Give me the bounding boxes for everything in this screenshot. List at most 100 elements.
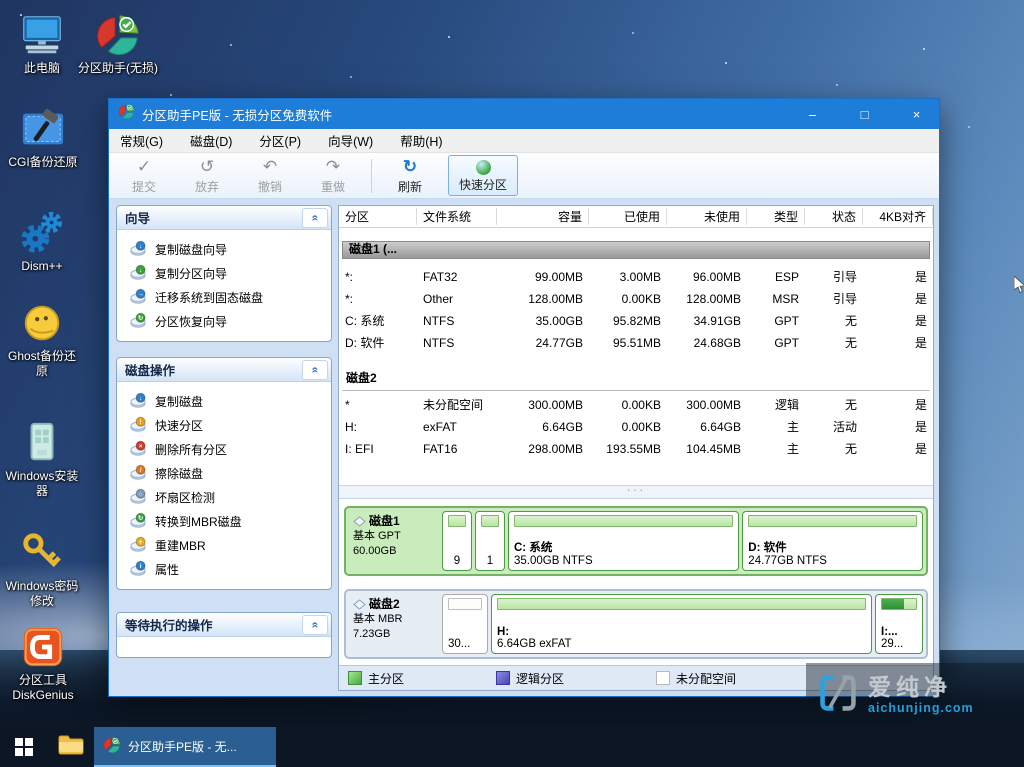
table-cell: H:	[339, 416, 417, 438]
usage-fill	[882, 599, 904, 609]
column-header-4[interactable]: 未使用	[667, 208, 747, 225]
partition-name: C: 系统	[514, 539, 733, 555]
logical-swatch	[496, 671, 510, 685]
column-header-6[interactable]: 状态	[805, 208, 863, 225]
sidebar-item-label: 擦除磁盘	[155, 465, 203, 482]
svg-text:↻: ↻	[138, 315, 144, 322]
menu-item-4[interactable]: 帮助(H)	[400, 131, 442, 150]
table-row[interactable]: D: 软件NTFS24.77GB95.51MB24.68GBGPT无是	[339, 332, 933, 354]
svg-text:↓: ↓	[139, 395, 142, 402]
partition-I:...[interactable]: I:...29...	[875, 594, 923, 654]
disk-block-磁盘2[interactable]: 磁盘2基本 MBR7.23GB30...H:6.64GB exFATI:...2…	[344, 589, 928, 659]
sidebar-item-1-1[interactable]: !快速分区	[121, 413, 327, 437]
disk-group-label-0[interactable]: 磁盘1 (...	[342, 241, 930, 259]
collapse-button[interactable]: «	[302, 208, 328, 228]
maximize-button[interactable]: □	[842, 99, 887, 129]
sidebar-item-1-3[interactable]: /擦除磁盘	[121, 461, 327, 485]
partition-D: 软件[interactable]: D: 软件24.77GB NTFS	[742, 511, 923, 571]
desktop-icon-diskgenius[interactable]: 分区工具DiskGenius	[2, 620, 84, 703]
sidebar-item-1-6[interactable]: +重建MBR	[121, 533, 327, 557]
table-row[interactable]: *:Other128.00MB0.00KB128.00MBMSR引导是	[339, 288, 933, 310]
collapse-button[interactable]: «	[302, 360, 328, 380]
usage-bar	[448, 515, 466, 527]
pane-splitter[interactable]: ···	[339, 485, 933, 499]
sidebar-item-0-2[interactable]: →迁移系统到固态磁盘	[121, 285, 327, 309]
desktop-icon-installer[interactable]: Windows安装器	[4, 416, 80, 499]
desktop-icon-cgi[interactable]: CGI备份还原	[0, 102, 86, 170]
menu-item-1[interactable]: 磁盘(D)	[190, 131, 232, 150]
partition-name: I:...	[881, 626, 917, 638]
toolbar-submit-button[interactable]: ✓提交	[119, 157, 169, 195]
partition-name: H:	[497, 626, 866, 638]
toolbar-redo-button[interactable]: ↷重做	[308, 157, 358, 195]
desktop-icon-dism[interactable]: Dism++	[6, 206, 78, 274]
table-cell: 是	[863, 310, 933, 332]
desktop-icon-key[interactable]: Windows密码修改	[4, 526, 80, 609]
desktop-icon-computer[interactable]: 此电脑	[6, 8, 78, 76]
column-header-3[interactable]: 已使用	[589, 208, 667, 225]
menubar: 常规(G) 磁盘(D) 分区(P) 向导(W) 帮助(H)	[109, 129, 939, 153]
diskgenius-icon	[2, 620, 84, 670]
sidebar-item-1-7[interactable]: i属性	[121, 557, 327, 581]
table-row[interactable]: H:exFAT6.64GB0.00KB6.64GB主活动是	[339, 416, 933, 438]
usage-bar	[497, 598, 866, 610]
partition-9[interactable]: 9	[442, 511, 472, 571]
disk-block-磁盘1[interactable]: 磁盘1基本 GPT60.00GB91C: 系统35.00GB NTFSD: 软件…	[344, 506, 928, 576]
table-row[interactable]: I: EFIFAT16298.00MB193.55MB104.45MB主无是	[339, 438, 933, 460]
sidebar-item-label: 重建MBR	[155, 537, 206, 554]
table-cell: 是	[863, 438, 933, 460]
collapse-button[interactable]: «	[302, 615, 328, 635]
menu-item-2[interactable]: 分区(P)	[259, 131, 301, 150]
sidebar-item-1-0[interactable]: ↓复制磁盘	[121, 389, 327, 413]
usage-bar	[481, 515, 499, 527]
desktop-icon-pie[interactable]: 分区助手(无损)	[78, 8, 158, 76]
sidebar-item-1-5[interactable]: ↻转换到MBR磁盘	[121, 509, 327, 533]
desktop-icon-ghost[interactable]: Ghost备份还原	[4, 296, 80, 379]
sidebar-item-label: 复制分区向导	[155, 265, 227, 282]
panel-1: 磁盘操作«↓复制磁盘!快速分区×删除所有分区/擦除磁盘○坏扇区检测↻转换到MBR…	[116, 357, 332, 590]
sidebar-item-label: 快速分区	[155, 417, 203, 434]
minimize-button[interactable]: –	[790, 99, 835, 129]
sidebar-item-0-0[interactable]: ↓复制磁盘向导	[121, 237, 327, 261]
menu-item-0[interactable]: 常规(G)	[120, 131, 163, 150]
column-header-0[interactable]: 分区	[339, 208, 417, 225]
partition-30...[interactable]: 30...	[442, 594, 488, 654]
column-header-7[interactable]: 4KB对齐	[863, 208, 933, 225]
toolbar-undo-button[interactable]: ↶撤销	[245, 157, 295, 195]
start-button[interactable]	[0, 727, 48, 767]
column-header-5[interactable]: 类型	[747, 208, 805, 225]
table-cell: 是	[863, 288, 933, 310]
app-window: 分区助手PE版 - 无损分区免费软件 – □ × 常规(G)磁盘(D)分区(P)…	[108, 98, 940, 697]
sidebar-item-1-2[interactable]: ×删除所有分区	[121, 437, 327, 461]
column-header-1[interactable]: 文件系统	[417, 208, 497, 225]
table-row[interactable]: *未分配空间300.00MB0.00KB300.00MB逻辑无是	[339, 394, 933, 416]
toolbar-quick-button[interactable]: 快速分区	[448, 155, 518, 196]
toolbar-refresh-button[interactable]: ↻刷新	[385, 157, 435, 195]
partition-C: 系统[interactable]: C: 系统35.00GB NTFS	[508, 511, 739, 571]
table-row[interactable]: *:FAT3299.00MB3.00MB96.00MBESP引导是	[339, 266, 933, 288]
taskbar-app-button[interactable]: 分区助手PE版 - 无...	[94, 727, 276, 767]
desktop-icon-label: Dism++	[6, 259, 78, 274]
toolbar-button-label: 快速分区	[459, 176, 507, 193]
column-header-2[interactable]: 容量	[497, 208, 589, 225]
disk-group-label-1[interactable]: 磁盘2	[342, 367, 930, 391]
table-cell: 35.00GB	[497, 310, 589, 332]
partition-1[interactable]: 1	[475, 511, 505, 571]
quick-icon	[476, 160, 491, 175]
toolbar-button-label: 刷新	[398, 178, 422, 195]
usage-bar	[448, 598, 482, 610]
partitions: 91C: 系统35.00GB NTFSD: 软件24.77GB NTFS	[441, 510, 924, 572]
sidebar-item-0-3[interactable]: ↻分区恢复向导	[121, 309, 327, 333]
table-cell: *:	[339, 266, 417, 288]
table-row[interactable]: C: 系统NTFS35.00GB95.82MB34.91GBGPT无是	[339, 310, 933, 332]
toolbar-discard-button[interactable]: ↺放弃	[182, 157, 232, 195]
sidebar-item-0-1[interactable]: ↓复制分区向导	[121, 261, 327, 285]
panel-body	[117, 637, 331, 657]
menu-item-3[interactable]: 向导(W)	[328, 131, 373, 150]
partition-H:[interactable]: H:6.64GB exFAT	[491, 594, 872, 654]
legend-label: 未分配空间	[676, 670, 736, 687]
file-explorer-button[interactable]	[48, 727, 94, 767]
sidebar-item-1-4[interactable]: ○坏扇区检测	[121, 485, 327, 509]
computer-icon	[6, 8, 78, 58]
close-button[interactable]: ×	[894, 99, 939, 129]
